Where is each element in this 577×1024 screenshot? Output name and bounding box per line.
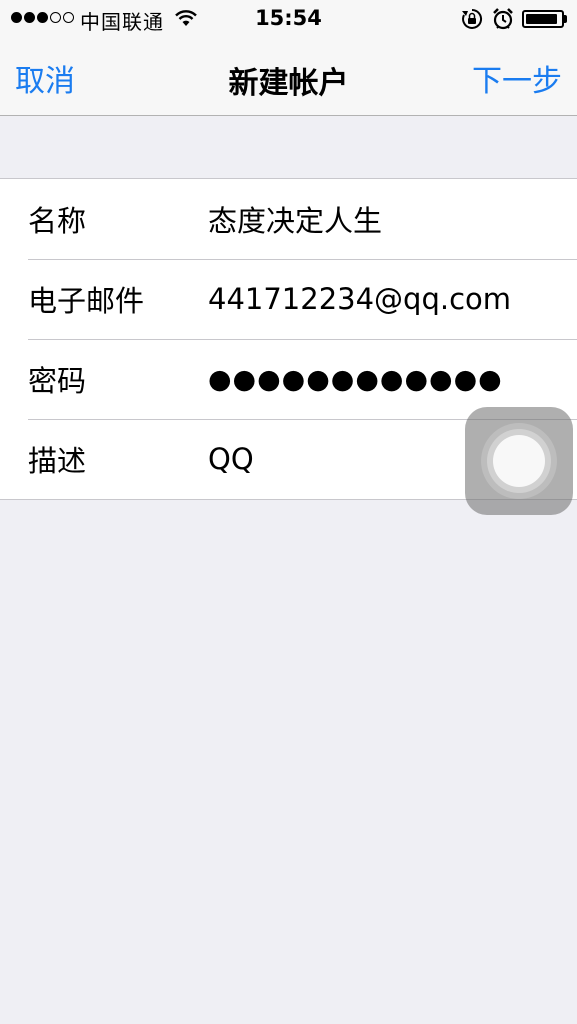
name-field[interactable]: 态度决定人生 xyxy=(208,198,382,240)
email-row[interactable]: 电子邮件 441712234@qq.com xyxy=(0,259,577,339)
rotation-lock-icon xyxy=(462,8,483,29)
battery-icon xyxy=(522,10,564,28)
battery-level xyxy=(526,14,557,24)
description-field[interactable]: QQ xyxy=(208,442,254,476)
name-row[interactable]: 名称 态度决定人生 xyxy=(0,179,577,259)
alarm-icon xyxy=(493,8,513,30)
password-label: 密码 xyxy=(28,364,87,398)
email-field[interactable]: 441712234@qq.com xyxy=(208,282,511,316)
assistive-touch-inner-circle xyxy=(493,435,545,487)
battery-tip xyxy=(564,15,567,23)
email-label: 电子邮件 xyxy=(28,284,145,318)
assistive-touch-icon[interactable] xyxy=(465,407,573,515)
status-bar: 中国联通 15:54 xyxy=(0,0,577,38)
password-field[interactable]: ●●●●●●●●●●●● xyxy=(208,364,503,395)
description-label: 描述 xyxy=(28,444,87,478)
navigation-bar: 取消 新建帐户 下一步 xyxy=(0,38,577,116)
next-button[interactable]: 下一步 xyxy=(472,56,562,100)
name-label: 名称 xyxy=(28,204,87,238)
